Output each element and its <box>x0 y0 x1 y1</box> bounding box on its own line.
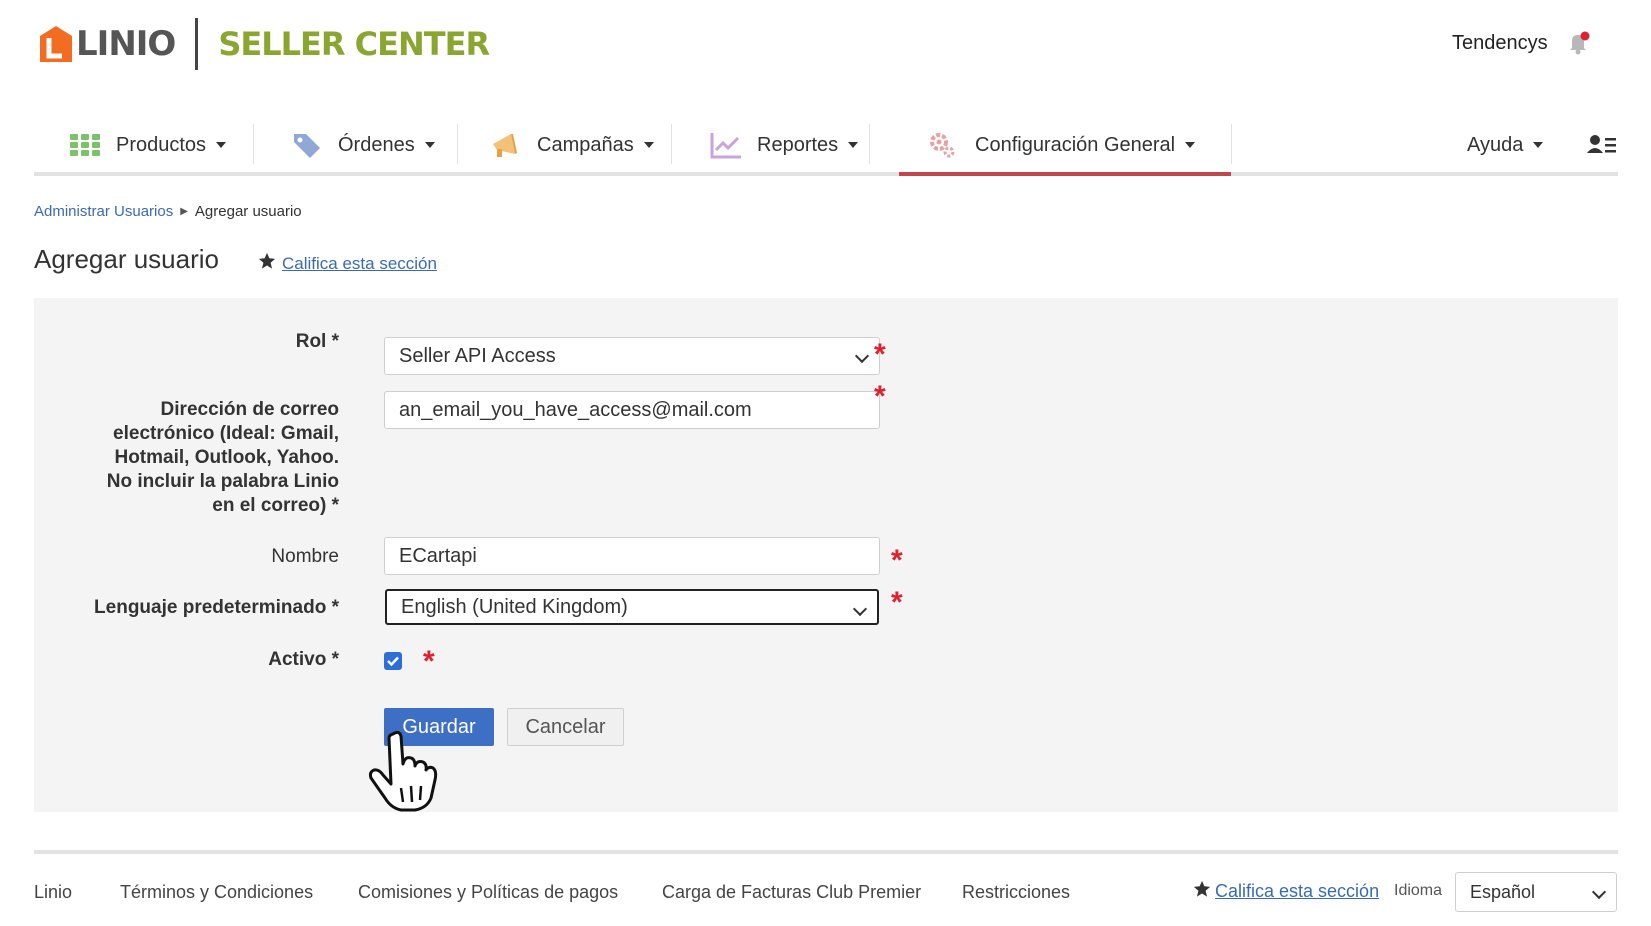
footer-link-facturas[interactable]: Carga de Facturas Club Premier <box>662 882 921 903</box>
language-select-value: English (United Kingdom) <box>401 595 628 618</box>
nav-label: Configuración General <box>975 133 1176 156</box>
email-field[interactable]: an_email_you_have_access@mail.com <box>384 391 880 429</box>
footer-link-restricciones[interactable]: Restricciones <box>962 882 1070 903</box>
footer-link-terminos[interactable]: Términos y Condiciones <box>120 882 313 903</box>
email-field-value: an_email_you_have_access@mail.com <box>399 398 752 421</box>
star-icon <box>1193 880 1211 903</box>
active-label: Activo * <box>268 649 339 670</box>
role-label: Rol * <box>295 331 339 352</box>
footer-divider <box>34 850 1618 854</box>
gear-icon <box>927 130 961 160</box>
caret-down-icon <box>1185 142 1196 148</box>
megaphone-icon <box>489 130 523 160</box>
nav-label: Reportes <box>757 133 839 156</box>
footer-rate-link[interactable]: Califica esta sección <box>1215 881 1379 902</box>
nav-label: Campañas <box>537 133 634 156</box>
required-asterisk: * <box>874 338 886 371</box>
user-name[interactable]: Tendencys <box>1452 32 1548 55</box>
caret-down-icon <box>216 142 227 148</box>
nav-separator <box>1231 124 1232 164</box>
nav-separator <box>457 124 458 164</box>
notification-bell-icon[interactable] <box>1566 30 1592 56</box>
name-label: Nombre <box>271 546 339 567</box>
nav-item-configuracion-general[interactable]: Configuración General <box>927 118 1196 172</box>
star-icon <box>258 252 276 275</box>
seller-center-title: SELLER CENTER <box>218 25 490 63</box>
nav-item-ordenes[interactable]: Órdenes <box>290 118 435 172</box>
required-asterisk: * <box>891 586 903 619</box>
rate-section-link[interactable]: Califica esta sección <box>282 254 437 274</box>
linio-logo[interactable]: LINIO SELLER CENTER <box>34 18 490 70</box>
email-label: Dirección de correo electrónico (Ideal: … <box>107 398 339 518</box>
name-field-value: ECartapi <box>399 544 477 567</box>
chart-icon <box>709 130 743 160</box>
required-asterisk: * <box>874 380 886 413</box>
footer-rate-section: Califica esta sección <box>1193 880 1379 903</box>
role-select[interactable]: Seller API Access <box>384 337 880 375</box>
page-title: Agregar usuario <box>34 244 219 274</box>
email-label-line: No incluir la palabra Linio <box>106 471 339 492</box>
language-select[interactable]: English (United Kingdom) <box>385 589 879 625</box>
nav-separator <box>671 124 672 164</box>
grid-icon <box>68 130 102 160</box>
user-list-icon[interactable] <box>1587 118 1617 172</box>
caret-down-icon <box>848 142 859 148</box>
active-tab-indicator <box>899 172 1231 176</box>
language-label: Lenguaje predeterminado * <box>94 597 339 618</box>
linio-bag-logo-icon <box>34 22 78 66</box>
breadcrumb-arrow-icon: ▶ <box>180 206 188 217</box>
main-nav: Productos Órdenes Campañas Reportes Conf… <box>34 118 1618 176</box>
nav-label: Productos <box>116 133 207 156</box>
nav-label: Órdenes <box>338 133 415 156</box>
email-label-line: Hotmail, Outlook, Yahoo. <box>114 447 339 468</box>
email-label-line: electrónico (Ideal: Gmail, <box>113 423 339 444</box>
logo-text: LINIO <box>76 24 176 64</box>
nav-separator <box>253 124 254 164</box>
required-asterisk: * <box>423 645 435 678</box>
caret-down-icon <box>1533 142 1544 148</box>
rate-section: Califica esta sección <box>258 252 437 275</box>
chevron-down-icon <box>1591 884 1607 900</box>
caret-down-icon <box>643 142 654 148</box>
header: LINIO SELLER CENTER Tendencys <box>0 0 1651 110</box>
role-select-value: Seller API Access <box>399 344 556 367</box>
breadcrumb-current: Agregar usuario <box>194 203 302 220</box>
breadcrumb: Administrar Usuarios ▶ Agregar usuario <box>34 203 302 220</box>
checkmark-icon <box>387 656 399 667</box>
email-label-line: Dirección de correo <box>160 399 339 420</box>
nav-item-productos[interactable]: Productos <box>68 118 227 172</box>
footer-link-comisiones[interactable]: Comisiones y Políticas de pagos <box>358 882 618 903</box>
caret-down-icon <box>424 142 435 148</box>
site-language-value: Español <box>1470 881 1536 902</box>
name-field[interactable]: ECartapi <box>384 537 880 575</box>
required-asterisk: * <box>891 544 903 577</box>
hand-pointer-cursor-icon <box>365 728 445 814</box>
cancel-button[interactable]: Cancelar <box>507 708 624 746</box>
nav-item-ayuda[interactable]: Ayuda <box>1467 118 1544 172</box>
logo-divider <box>195 18 199 70</box>
active-checkbox[interactable] <box>384 652 402 670</box>
email-label-line: en el correo) * <box>212 495 339 516</box>
nav-item-reportes[interactable]: Reportes <box>709 118 859 172</box>
chevron-down-icon <box>852 601 868 617</box>
breadcrumb-parent[interactable]: Administrar Usuarios <box>34 203 173 220</box>
footer-link-linio[interactable]: Linio <box>34 882 72 903</box>
nav-label: Ayuda <box>1467 133 1524 156</box>
language-select-label: Idioma <box>1394 882 1443 899</box>
nav-separator <box>869 124 870 164</box>
chevron-down-icon <box>854 348 870 364</box>
nav-item-campanas[interactable]: Campañas <box>489 118 654 172</box>
tag-icon <box>290 130 324 160</box>
site-language-select[interactable]: Español <box>1455 872 1617 912</box>
